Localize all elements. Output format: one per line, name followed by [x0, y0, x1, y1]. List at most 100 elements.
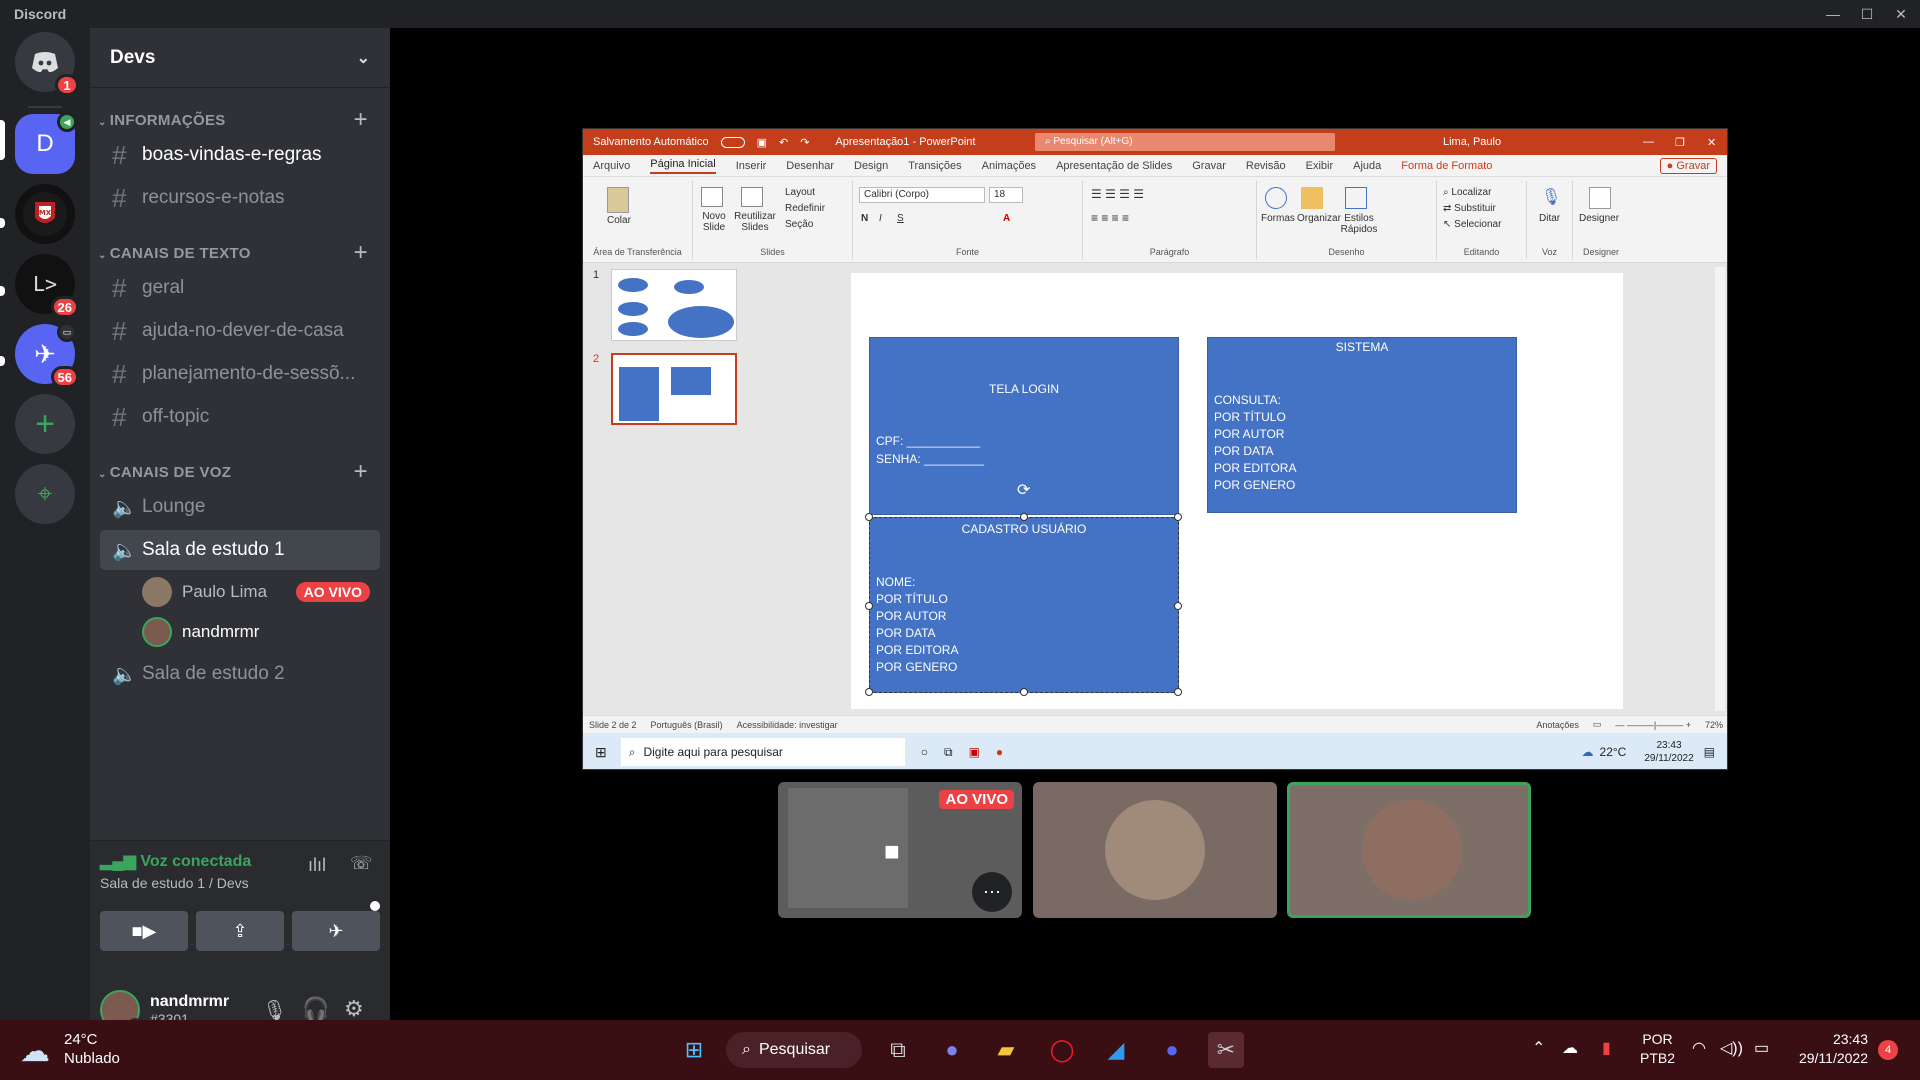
reuse-icon[interactable] [741, 187, 763, 207]
tab-exibir[interactable]: Exibir [1306, 160, 1334, 172]
tab-design[interactable]: Design [854, 160, 888, 172]
language-status[interactable]: Português (Brasil) [651, 720, 723, 730]
dictate-label[interactable]: Ditar [1539, 213, 1560, 224]
chevron-up-icon[interactable]: ⌃ [1532, 1038, 1545, 1058]
snipping-tool-icon[interactable]: ✂ [1208, 1032, 1244, 1068]
home-button[interactable]: 1 [15, 32, 79, 96]
mic-muted-icon[interactable]: ▮ [1602, 1038, 1611, 1058]
chat-icon[interactable]: ● [934, 1032, 970, 1068]
shapes-label[interactable]: Formas [1261, 213, 1295, 224]
select-button[interactable]: ↖ Selecionar [1443, 219, 1501, 230]
resize-handle[interactable] [865, 602, 873, 610]
notes-button[interactable]: Anotações [1536, 720, 1579, 730]
tab-arquivo[interactable]: Arquivo [593, 160, 630, 172]
quick-styles-icon[interactable] [1345, 187, 1367, 209]
resize-handle[interactable] [1174, 602, 1182, 610]
rotate-handle-icon[interactable]: ⟳ [1017, 480, 1030, 500]
category-info[interactable]: ⌄ INFORMAÇÕES + [90, 106, 390, 133]
arrange-icon[interactable] [1301, 187, 1323, 209]
voice-study-2[interactable]: 🔈 Sala de estudo 2 [100, 654, 380, 694]
screen-share-button[interactable]: ⇪ [196, 911, 284, 951]
slide-canvas[interactable]: TELA LOGIN CPF: ___________ SENHA: _____… [851, 273, 1623, 709]
undo-icon[interactable]: ↶ [779, 136, 788, 149]
save-icon[interactable]: ▣ [757, 136, 767, 149]
category-text[interactable]: ⌄ CANAIS DE TEXTO + [90, 239, 390, 266]
server-crest[interactable]: MX [15, 184, 75, 244]
tab-ajuda[interactable]: Ajuda [1353, 160, 1381, 172]
wifi-icon[interactable]: ◠ [1692, 1038, 1706, 1058]
box-sistema[interactable]: SISTEMA CONSULTA: POR TÍTULO POR AUTOR P… [1207, 337, 1517, 513]
onedrive-icon[interactable]: ☁ [1562, 1038, 1578, 1058]
shapes-icon[interactable] [1265, 187, 1287, 209]
cortana-icon[interactable]: ○ [921, 745, 928, 759]
acrobat-icon[interactable]: ▣ [969, 745, 980, 759]
tile-nandmrmr[interactable] [1287, 782, 1531, 918]
add-channel-icon[interactable]: + [354, 458, 368, 486]
channel-off-topic[interactable]: # off-topic [100, 397, 380, 437]
tab-forma[interactable]: Forma de Formato [1401, 160, 1492, 172]
vscode-icon[interactable]: ◢ [1098, 1032, 1134, 1068]
redo-icon[interactable]: ↷ [800, 136, 809, 149]
windows-start-icon[interactable]: ⊞ [595, 744, 607, 761]
category-voice[interactable]: ⌄ CANAIS DE VOZ + [90, 458, 390, 486]
maximize-button[interactable]: ☐ [1852, 2, 1882, 26]
noise-suppression-icon[interactable]: ılıl [308, 855, 326, 876]
channel-planejamento[interactable]: # planejamento-de-sessõ... [100, 354, 380, 394]
volume-icon[interactable]: ◁)) [1720, 1038, 1743, 1058]
tab-transicoes[interactable]: Transições [908, 160, 961, 172]
arrange-label[interactable]: Organizar [1297, 213, 1341, 224]
opera-icon[interactable]: ◯ [1044, 1032, 1080, 1068]
vertical-scrollbar[interactable] [1715, 267, 1725, 711]
voice-member-nand[interactable]: nandmrmr [142, 614, 380, 650]
tile-stream-preview[interactable]: AO VIVO ■ ⋯ [778, 782, 1022, 918]
server-rocket[interactable]: ✈ ▭ 56 [15, 322, 79, 388]
tab-gravar[interactable]: Gravar [1192, 160, 1226, 172]
headphones-icon[interactable]: 🎧 [302, 996, 329, 1022]
voice-study-1[interactable]: 🔈 Sala de estudo 1 [100, 530, 380, 570]
record-button[interactable]: ● Gravar [1659, 157, 1717, 174]
file-explorer-icon[interactable]: ▰ [988, 1032, 1024, 1068]
resize-handle[interactable] [1020, 513, 1028, 521]
tab-inserir[interactable]: Inserir [736, 160, 767, 172]
resize-handle[interactable] [865, 688, 873, 696]
replace-button[interactable]: ⇄ Substituir [1443, 203, 1496, 214]
bold-icon[interactable]: N [861, 213, 868, 224]
box-cadastro-usuario[interactable]: CADASTRO USUÁRIO NOME: POR TÍTULO POR AU… [865, 513, 1182, 696]
gear-icon[interactable]: ⚙ [344, 996, 364, 1022]
channel-boas-vindas[interactable]: # boas-vindas-e-regras [100, 135, 380, 175]
italic-icon[interactable]: I [879, 213, 882, 224]
font-size-select[interactable]: 18 [989, 187, 1023, 203]
channel-recursos[interactable]: # recursos-e-notas [100, 178, 380, 218]
powerpoint-stream[interactable]: Salvamento Automático ▣ ↶ ↷ Apresentação… [582, 128, 1728, 770]
close-icon[interactable]: ✕ [1707, 136, 1716, 149]
restore-icon[interactable]: ❐ [1675, 136, 1685, 149]
tab-pagina-inicial[interactable]: Página Inicial [650, 158, 716, 174]
notification-icon[interactable]: ▤ [1704, 745, 1715, 759]
paste-label[interactable]: Colar [607, 215, 631, 226]
resize-handle[interactable] [1174, 513, 1182, 521]
server-code[interactable]: L> 26 [15, 254, 79, 318]
guild-header[interactable]: Devs ⌄ [90, 28, 390, 88]
explore-button[interactable]: ⌖ [15, 464, 75, 524]
battery-icon[interactable]: ▭ [1754, 1038, 1769, 1058]
resize-handle[interactable] [1174, 688, 1182, 696]
task-view-icon[interactable]: ⧉ [944, 745, 953, 760]
add-server-button[interactable]: + [15, 394, 75, 454]
font-name-select[interactable]: Calibri (Corpo) [859, 187, 985, 203]
new-slide-icon[interactable] [701, 187, 723, 207]
voice-member-paulo[interactable]: Paulo Lima AO VIVO [142, 574, 380, 610]
ppt-search[interactable]: ⌕ Pesquisar (Alt+G) [1035, 133, 1335, 151]
tab-desenhar[interactable]: Desenhar [786, 160, 834, 172]
underline-icon[interactable]: S [897, 213, 904, 224]
designer-label[interactable]: Designer [1579, 213, 1619, 224]
minimize-button[interactable]: — [1818, 2, 1848, 26]
camera-button[interactable]: ■▶ [100, 911, 188, 951]
close-button[interactable]: ✕ [1886, 2, 1916, 26]
task-view-icon[interactable]: ⧉ [880, 1032, 916, 1068]
box-tela-login[interactable]: TELA LOGIN CPF: ___________ SENHA: _____… [869, 337, 1179, 515]
activity-button[interactable]: ✈ [292, 911, 380, 951]
windows-start-icon[interactable]: ⊞ [676, 1032, 712, 1068]
taskbar-search[interactable]: ⌕ Pesquisar [726, 1032, 862, 1068]
server-devs[interactable]: D ◀ [15, 112, 77, 174]
disconnect-icon[interactable]: ☏ [350, 853, 373, 874]
